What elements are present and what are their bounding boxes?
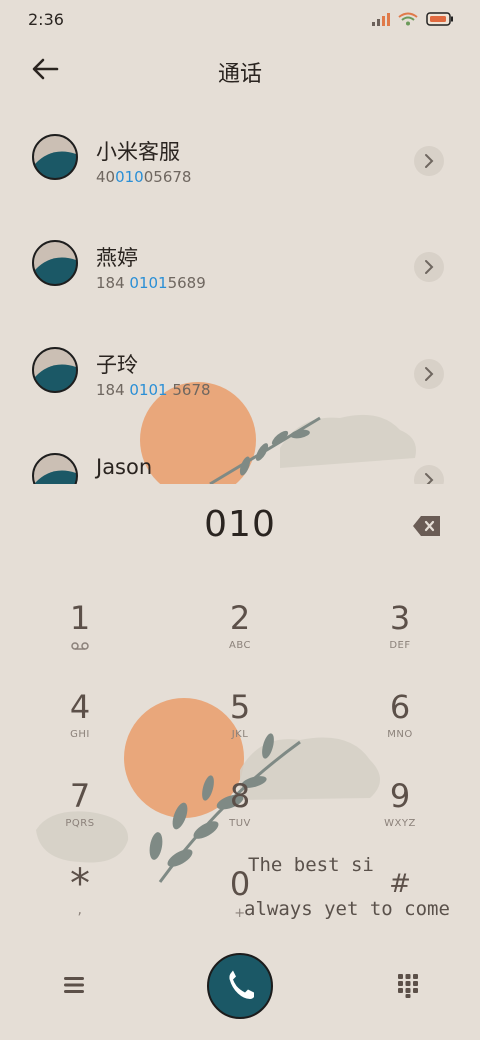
dial-key-3[interactable]: 3 DEF bbox=[345, 592, 455, 672]
menu-icon[interactable] bbox=[62, 972, 86, 998]
phone-icon bbox=[229, 970, 254, 999]
dial-key-0[interactable]: 0 + bbox=[185, 858, 295, 938]
avatar bbox=[32, 240, 78, 286]
dial-key-star[interactable]: * , bbox=[25, 858, 135, 938]
voicemail-icon bbox=[71, 642, 89, 650]
contact-name: 小米客服 bbox=[96, 140, 180, 164]
dial-key-4[interactable]: 4 GHI bbox=[25, 681, 135, 761]
key-digit: 2 bbox=[229, 599, 251, 637]
contact-list: 小米客服 4001005678 燕婷 184 01015689 子玲 184 0… bbox=[0, 110, 480, 484]
key-letters: WXYZ bbox=[384, 818, 416, 829]
key-letters: TUV bbox=[229, 818, 251, 829]
key-letters: MNO bbox=[387, 729, 413, 740]
dial-key-9[interactable]: 9 WXYZ bbox=[345, 770, 455, 850]
key-digit: 0 bbox=[229, 865, 251, 903]
key-letters: , bbox=[77, 902, 83, 918]
key-letters: JKL bbox=[231, 729, 249, 740]
dial-key-6[interactable]: 6 MNO bbox=[345, 681, 455, 761]
chevron-right-icon[interactable] bbox=[414, 359, 444, 389]
dial-key-5[interactable]: 5 JKL bbox=[185, 681, 295, 761]
avatar bbox=[32, 134, 78, 180]
dial-key-2[interactable]: 2 ABC bbox=[185, 592, 295, 672]
chevron-right-icon[interactable] bbox=[414, 252, 444, 282]
contact-row[interactable]: Jason bbox=[0, 433, 480, 484]
status-time: 2:36 bbox=[28, 10, 64, 29]
avatar bbox=[32, 453, 78, 484]
key-digit: 4 bbox=[69, 688, 91, 726]
call-button[interactable] bbox=[207, 953, 273, 1019]
contact-number: 184 0101 5678 bbox=[96, 381, 211, 399]
contact-number: 4001005678 bbox=[96, 168, 192, 186]
chevron-right-icon[interactable] bbox=[414, 465, 444, 484]
dialpad-icon[interactable] bbox=[396, 972, 420, 998]
dial-key-8[interactable]: 8 TUV bbox=[185, 770, 295, 850]
key-digit: 7 bbox=[69, 777, 91, 815]
key-digit: 8 bbox=[229, 777, 251, 815]
avatar bbox=[32, 347, 78, 393]
key-digit: * bbox=[70, 861, 90, 907]
key-digit: 3 bbox=[389, 599, 411, 637]
key-digit: 1 bbox=[69, 599, 91, 637]
key-letters: GHI bbox=[70, 729, 90, 740]
contact-row[interactable]: 燕婷 184 01015689 bbox=[0, 220, 480, 320]
contact-name: Jason bbox=[96, 455, 153, 479]
key-letters: DEF bbox=[389, 640, 411, 651]
backspace-icon[interactable] bbox=[412, 514, 442, 538]
chevron-right-icon[interactable] bbox=[414, 146, 444, 176]
wifi-icon bbox=[398, 12, 418, 26]
dial-key-hash[interactable]: # bbox=[345, 858, 455, 938]
key-digit: 9 bbox=[389, 777, 411, 815]
battery-icon bbox=[426, 12, 453, 26]
contact-row[interactable]: 小米客服 4001005678 bbox=[0, 114, 480, 214]
dialed-number: 010 bbox=[204, 504, 276, 545]
key-digit: # bbox=[389, 869, 411, 899]
status-icons bbox=[372, 12, 454, 26]
contact-name: 燕婷 bbox=[96, 246, 138, 270]
key-digit: 5 bbox=[229, 688, 251, 726]
contact-number: 184 01015689 bbox=[96, 274, 206, 292]
contact-row[interactable]: 子玲 184 0101 5678 bbox=[0, 327, 480, 427]
key-digit: 6 bbox=[389, 688, 411, 726]
dial-key-7[interactable]: 7 PQRS bbox=[25, 770, 135, 850]
signal-icon bbox=[372, 13, 390, 26]
page-title: 通话 bbox=[217, 62, 262, 87]
key-letters: + bbox=[234, 906, 246, 921]
dial-key-1[interactable]: 1 bbox=[25, 592, 135, 672]
key-letters: ABC bbox=[228, 640, 251, 651]
contact-name: 子玲 bbox=[96, 353, 138, 377]
key-letters: PQRS bbox=[65, 818, 95, 829]
